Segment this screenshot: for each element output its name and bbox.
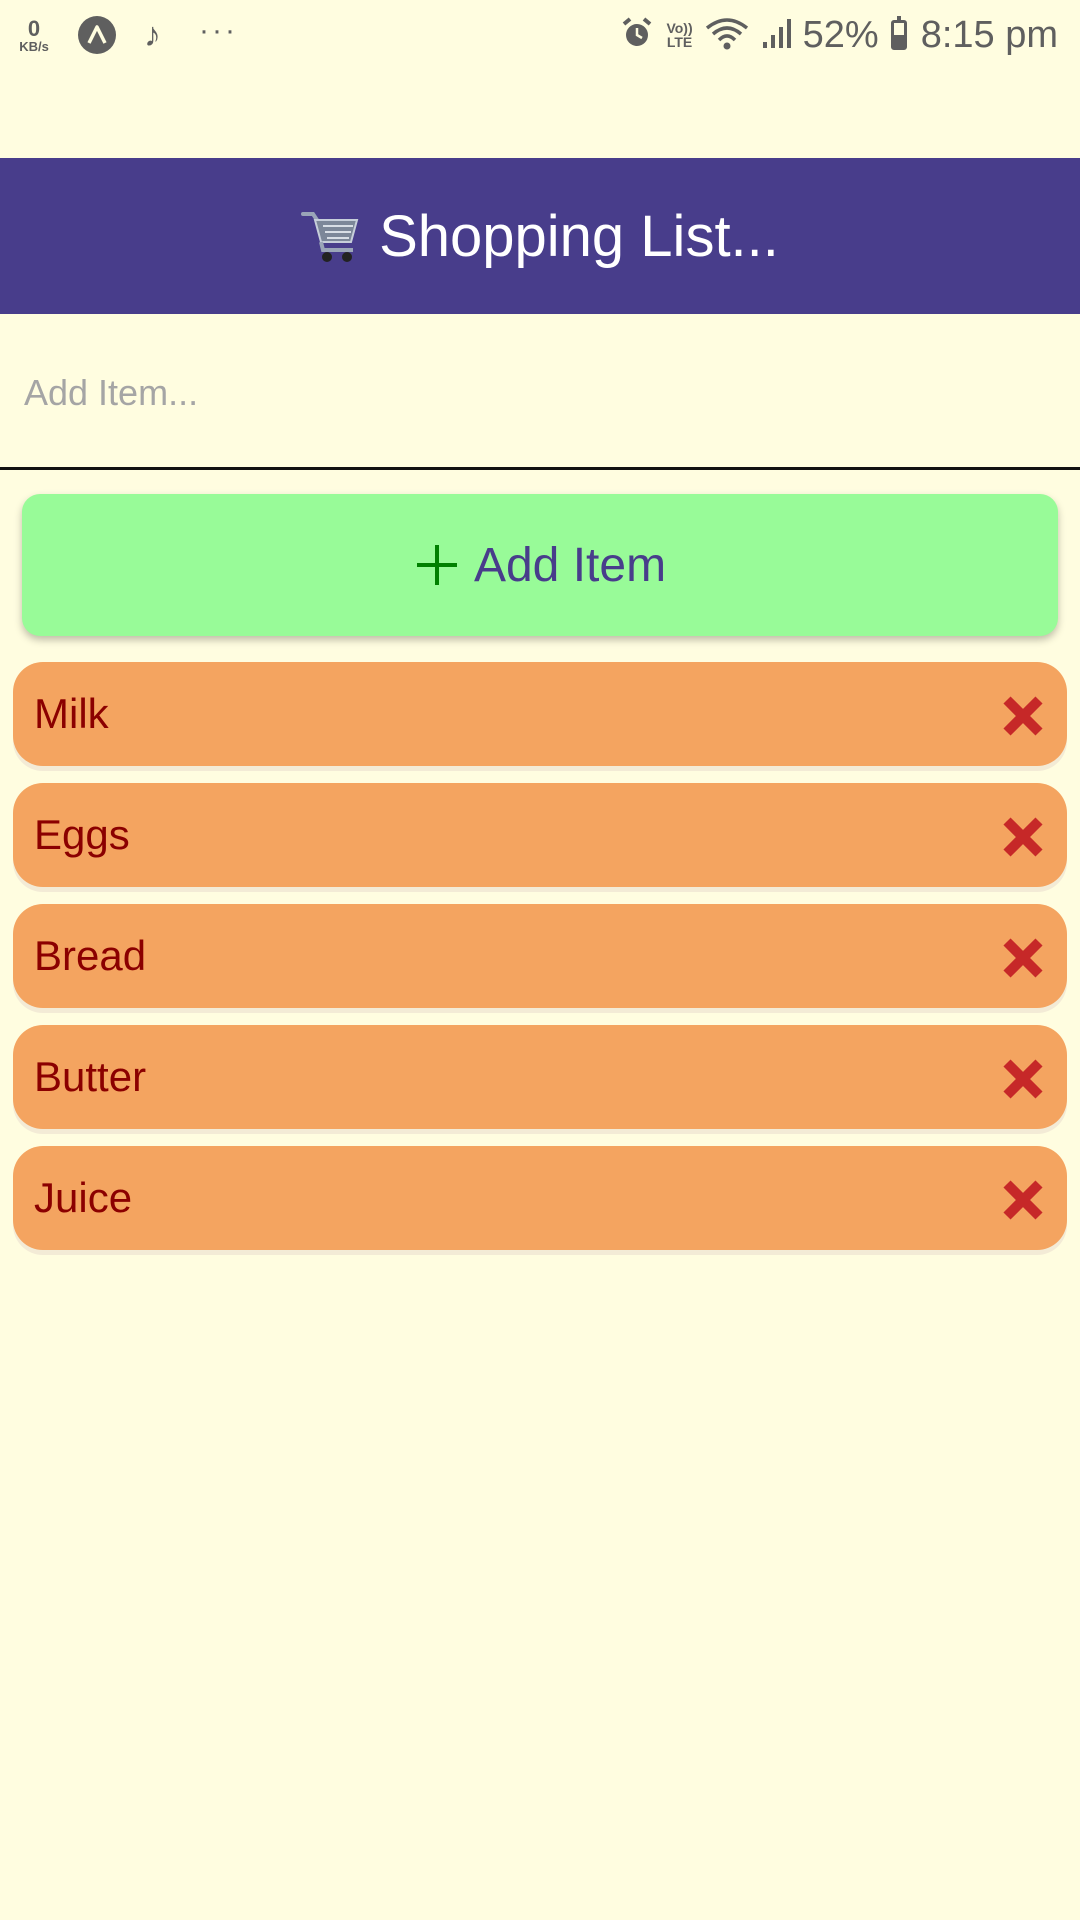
- list-item[interactable]: Bread: [13, 904, 1067, 1008]
- volte-icon: Vo)) LTE: [666, 21, 692, 49]
- data-speed-icon: 0 KB/s: [14, 15, 54, 54]
- alarm-icon: [620, 16, 654, 55]
- list-item-label: Milk: [34, 690, 109, 737]
- app-screen: 0 KB/s ♪ ··· Vo)) LTE 52% 8:15 pm Shoppi…: [0, 0, 1080, 1920]
- music-note-icon: ♪: [144, 16, 161, 54]
- add-item-input-container: [0, 314, 1080, 470]
- shopping-cart-icon: [301, 208, 361, 264]
- battery-icon: [890, 16, 907, 50]
- signal-icon: [761, 16, 793, 55]
- net-speed-unit: KB/s: [19, 38, 49, 54]
- volte-top-label: Vo)): [666, 20, 693, 36]
- list-item-label: Juice: [34, 1174, 133, 1221]
- add-item-button-label: Add Item: [473, 538, 667, 592]
- status-clock: 8:15 pm: [920, 13, 1058, 56]
- list-item-label: Eggs: [34, 811, 130, 858]
- list-item[interactable]: Juice: [13, 1146, 1067, 1250]
- list-item-label: Butter: [34, 1053, 147, 1100]
- status-bar-left: 0 KB/s ♪ ···: [14, 10, 238, 60]
- volte-bottom-label: LTE: [666, 34, 693, 50]
- close-icon[interactable]: [1001, 694, 1045, 738]
- list-item[interactable]: Butter: [13, 1025, 1067, 1129]
- battery-percent: 52%: [802, 13, 879, 56]
- battery-level-fill: [893, 34, 904, 47]
- header-title: Shopping List...: [379, 203, 779, 269]
- add-item-button[interactable]: Add Item: [22, 494, 1058, 636]
- close-icon[interactable]: [1001, 936, 1045, 980]
- shopping-item-list: Milk Eggs Bread Butter Juice: [13, 662, 1067, 1267]
- more-dots-icon: ···: [199, 14, 238, 47]
- close-icon[interactable]: [1001, 1057, 1045, 1101]
- list-item[interactable]: Milk: [13, 662, 1067, 766]
- wifi-icon: [705, 16, 749, 55]
- header-title-group: Shopping List...: [301, 203, 779, 270]
- status-bar: 0 KB/s ♪ ··· Vo)) LTE 52% 8:15 pm: [0, 0, 1080, 66]
- app-header: Shopping List...: [0, 158, 1080, 314]
- net-speed-value: 0: [27, 15, 41, 41]
- close-icon[interactable]: [1001, 815, 1045, 859]
- close-icon[interactable]: [1001, 1178, 1045, 1222]
- add-item-input[interactable]: [22, 362, 1056, 424]
- list-item[interactable]: Eggs: [13, 783, 1067, 887]
- a-circle-icon: [78, 16, 116, 54]
- status-bar-right: Vo)) LTE 52% 8:15 pm: [608, 10, 1058, 60]
- plus-icon: [414, 542, 460, 588]
- list-item-label: Bread: [34, 932, 147, 979]
